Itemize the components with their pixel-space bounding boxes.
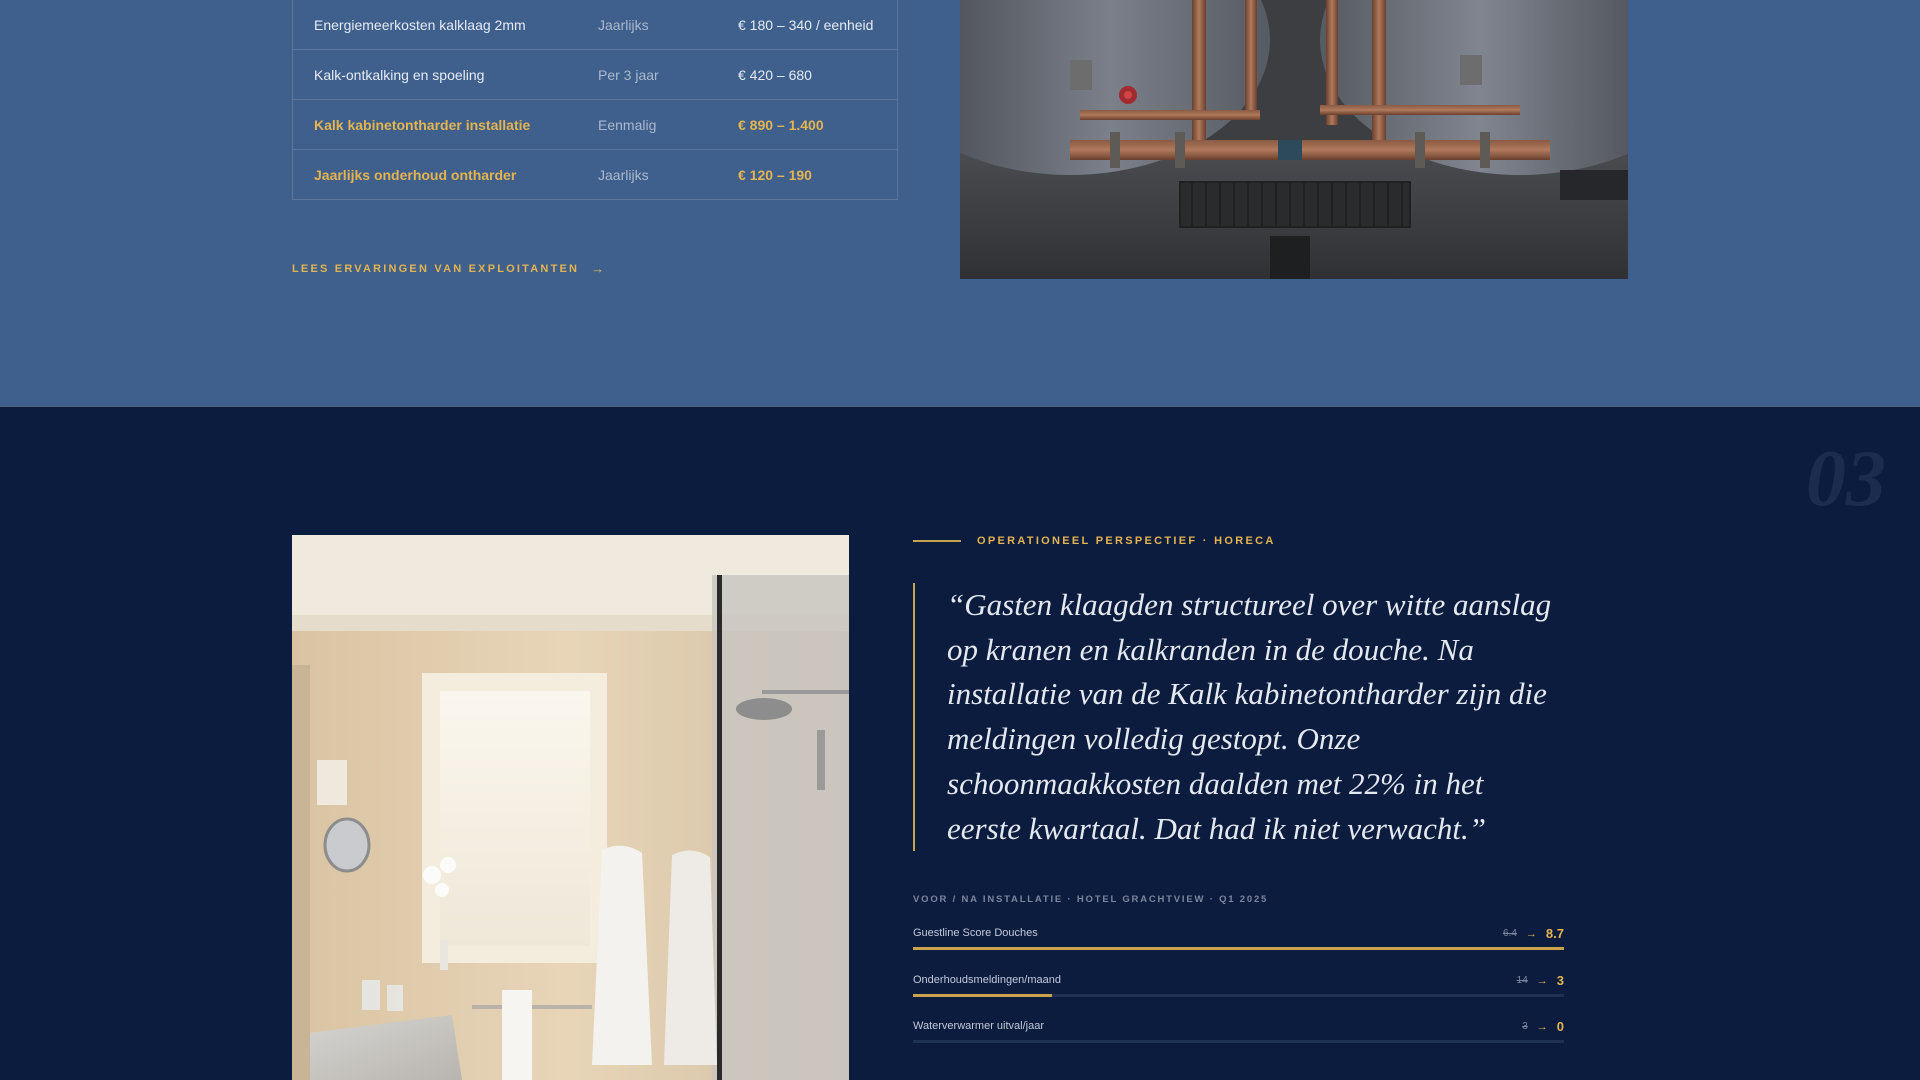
table-row-highlighted: Kalk kabinetontharder installatie Eenmal… [293, 99, 897, 149]
stat-after-value: 3 [1556, 973, 1564, 988]
cost-table: Energiemeerkosten kalklaag 2mm Jaarlijks… [292, 0, 898, 200]
arrow-right-icon: → [1536, 1020, 1548, 1033]
stat-values: 3 → 0 [1522, 1019, 1564, 1034]
cost-item: Jaarlijks onderhoud ontharder [314, 166, 517, 183]
section-number: 03 [1806, 435, 1886, 523]
cost-frequency: Jaarlijks [598, 166, 649, 183]
eyebrow-label: OPERATIONEEL PERSPECTIEF · HORECA [977, 535, 1276, 547]
stat-values: 14 → 3 [1517, 973, 1564, 988]
cost-value: € 890 – 1.400 [738, 116, 824, 133]
eyebrow-rule [913, 540, 961, 542]
read-experiences-label: LEES ERVARINGEN VAN EXPLOITANTEN [292, 262, 580, 275]
cost-item: Energiemeerkosten kalklaag 2mm [314, 16, 526, 33]
stat-progress-fill [913, 947, 1564, 950]
stat-guestline-score: Guestline Score Douches 6.4 → 8.7 [913, 926, 1564, 957]
testimonial-eyebrow: OPERATIONEEL PERSPECTIEF · HORECA [913, 535, 1276, 547]
stat-values: 6.4 → 8.7 [1503, 926, 1564, 941]
hotel-bathroom-photo [292, 535, 849, 1080]
stat-progress-track [913, 1040, 1564, 1043]
cost-item: Kalk-ontkalking en spoeling [314, 66, 485, 83]
stat-water-heater-failures: Waterverwarmer uitval/jaar 3 → 0 [913, 1019, 1564, 1050]
table-row: Kalk-ontkalking en spoeling Per 3 jaar €… [293, 49, 897, 99]
read-experiences-link[interactable]: LEES ERVARINGEN VAN EXPLOITANTEN → [292, 261, 606, 276]
cost-frequency: Jaarlijks [598, 16, 649, 33]
stat-maintenance-reports: Onderhoudsmeldingen/maand 14 → 3 [913, 973, 1564, 1004]
quote-text: “Gasten klaagden structureel over witte … [947, 587, 1552, 846]
testimonial-section: 03 OPERATIONEEL PERSPECTIEF · HORECA “Ga… [0, 407, 1920, 1080]
cost-value: € 180 – 340 / eenheid [738, 16, 874, 33]
stat-before-value: 3 [1522, 1021, 1528, 1032]
stat-label: Guestline Score Douches [913, 927, 1038, 939]
stat-before-value: 6.4 [1503, 928, 1517, 939]
stat-after-value: 8.7 [1545, 926, 1564, 941]
cost-item: Kalk kabinetontharder installatie [314, 116, 531, 133]
stat-after-value: 0 [1556, 1019, 1564, 1034]
stat-progress-track [913, 947, 1564, 950]
cost-frequency: Per 3 jaar [598, 66, 659, 83]
stat-progress-fill [913, 994, 1053, 997]
stat-progress-track [913, 994, 1564, 997]
arrow-right-icon: → [1536, 974, 1548, 987]
stat-label: Waterverwarmer uitval/jaar [913, 1020, 1045, 1032]
stat-before-value: 14 [1516, 975, 1528, 986]
cost-value: € 420 – 680 [738, 66, 812, 83]
cost-frequency: Eenmalig [598, 116, 657, 133]
stat-label: Onderhoudsmeldingen/maand [913, 974, 1061, 986]
arrow-right-icon: → [1525, 927, 1537, 940]
table-row-highlighted: Jaarlijks onderhoud ontharder Jaarlijks … [293, 149, 897, 199]
table-row: Energiemeerkosten kalklaag 2mm Jaarlijks… [293, 0, 897, 49]
cost-value: € 120 – 190 [738, 166, 812, 183]
boiler-room-photo [960, 0, 1628, 279]
stats-caption: VOOR / NA INSTALLATIE · HOTEL GRACHTVIEW… [913, 894, 1269, 905]
arrow-right-icon: → [591, 261, 607, 276]
testimonial-quote: “Gasten klaagden structureel over witte … [913, 583, 1563, 852]
cost-section: Energiemeerkosten kalklaag 2mm Jaarlijks… [0, 0, 1920, 407]
